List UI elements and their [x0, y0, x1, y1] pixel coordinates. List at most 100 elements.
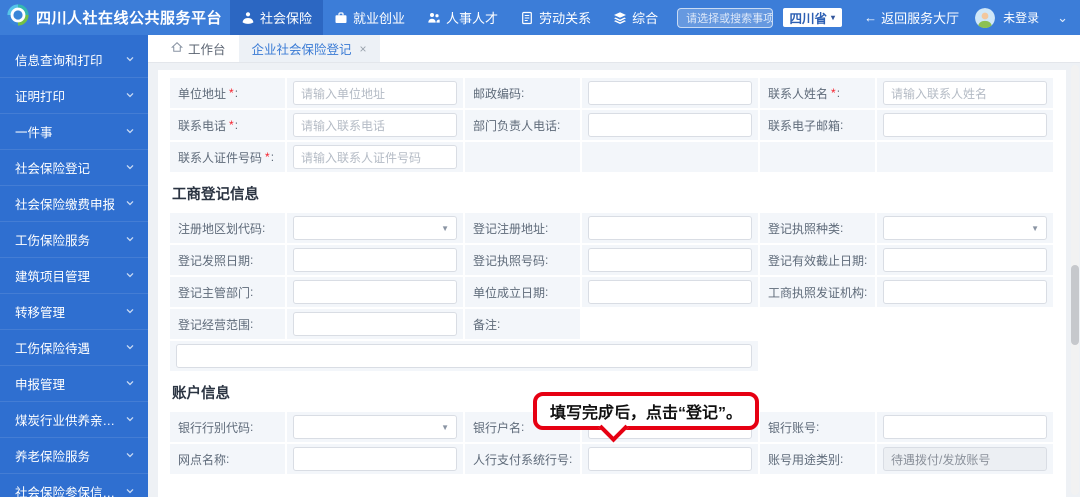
bank-category-code-label: 银行行别代码: [170, 412, 285, 442]
field-placeholder: 请输入联系人姓名 [891, 85, 987, 102]
form-row: 注册地区划代码:▼登记注册地址:登记执照种类:▼ [170, 213, 1054, 243]
chevron-down-icon [125, 413, 135, 427]
unit-establish-date-label: 单位成立日期: [465, 277, 580, 307]
postal-code-label: 邮政编码: [465, 78, 580, 108]
contact-email-label: 联系电子邮箱: [760, 110, 875, 140]
sidebar-item-label: 工伤保险待遇 [15, 338, 90, 357]
people-icon [427, 11, 441, 25]
empty-cell [877, 142, 1053, 172]
form-row: 联系电话*:请输入联系电话部门负责人电话:联系电子邮箱: [170, 110, 1054, 140]
sidebar-item-construction-project[interactable]: 建筑项目管理 [0, 258, 148, 294]
tab-enterprise-social-insurance-registration[interactable]: 企业社会保险登记 × [239, 35, 380, 62]
back-to-hall-link[interactable]: ← 返回服务大厅 [864, 8, 959, 27]
empty-cell [465, 142, 580, 172]
sidebar-item-label: 一件事 [15, 122, 53, 141]
license-issue-date-label: 登记发照日期: [170, 245, 285, 275]
sidebar-item-label: 申报管理 [15, 374, 65, 393]
sidebar-item-label: 社会保险参保信息维护 [15, 482, 125, 497]
select-caret-icon: ▼ [441, 423, 449, 432]
nav-employment[interactable]: 就业创业 [323, 0, 416, 35]
region-label: 四川省 [790, 8, 828, 27]
account-purpose-category-label: 账号用途类别: [760, 444, 875, 474]
sidebar-item-coal-dependents-business[interactable]: 煤炭行业供养亲属业务 [0, 402, 148, 438]
sidebar-item-transfer-management[interactable]: 转移管理 [0, 294, 148, 330]
sidebar-item-label: 信息查询和打印 [15, 50, 103, 69]
license-type-input[interactable]: ▼ [883, 216, 1047, 240]
business-scope-input[interactable] [293, 312, 457, 336]
chevron-down-icon [125, 233, 135, 247]
nav-hr-talent[interactable]: 人事人才 [416, 0, 509, 35]
bank-account-number-input[interactable] [883, 415, 1047, 439]
form-row: 登记发照日期:登记执照号码:登记有效截止日期: [170, 245, 1054, 275]
sidebar-item-label: 转移管理 [15, 302, 65, 321]
nav-item-label: 人事人才 [446, 8, 498, 27]
department-head-phone-label: 部门负责人电话: [465, 110, 580, 140]
field-value: 待遇拨付/发放账号 [891, 451, 990, 468]
search-input[interactable]: 请选择或搜索事项 [677, 8, 773, 28]
chevron-down-icon[interactable]: ⌄ [1057, 10, 1068, 26]
nav-item-label: 就业创业 [353, 8, 405, 27]
registration-authority-input[interactable] [293, 280, 457, 304]
bank-category-code-input[interactable]: ▼ [293, 415, 457, 439]
form-row: 登记主管部门:单位成立日期:工商执照发证机构: [170, 277, 1054, 307]
license-number-input[interactable] [588, 248, 752, 272]
section-title: 工商登记信息 [172, 183, 1054, 204]
tab-workbench[interactable]: 工作台 [158, 35, 239, 62]
postal-code-input[interactable] [588, 81, 752, 105]
sidebar-item-certificate-print[interactable]: 证明打印 [0, 78, 148, 114]
contact-email-input[interactable] [883, 113, 1047, 137]
branch-name-input[interactable] [293, 447, 457, 471]
close-icon[interactable]: × [360, 42, 367, 56]
sidebar-item-label: 社会保险缴费申报 [15, 194, 115, 213]
license-expiry-date-input[interactable] [883, 248, 1047, 272]
nav-item-label: 综合 [632, 8, 658, 27]
remarks-input[interactable] [176, 344, 752, 368]
sidebar-item-contribution-declaration[interactable]: 社会保险缴费申报 [0, 186, 148, 222]
sidebar-item-pension-service[interactable]: 养老保险服务 [0, 438, 148, 474]
sidebar-item-social-insurance-registration[interactable]: 社会保险登记 [0, 150, 148, 186]
required-asterisk: * [831, 86, 836, 100]
pboc-payment-system-code-label: 人行支付系统行号: [465, 444, 580, 474]
sidebar: 信息查询和打印证明打印一件事社会保险登记社会保险缴费申报工伤保险服务建筑项目管理… [0, 35, 148, 497]
contact-name-input[interactable]: 请输入联系人姓名 [883, 81, 1047, 105]
nav-social-insurance[interactable]: 社会保险 [230, 0, 323, 35]
field-placeholder: 请输入单位地址 [301, 85, 385, 102]
chevron-down-icon [125, 305, 135, 319]
annotation-callout: 填写完成后，点击“登记”。 [533, 392, 759, 430]
sidebar-item-one-thing[interactable]: 一件事 [0, 114, 148, 150]
registration-region-code-input[interactable]: ▼ [293, 216, 457, 240]
account-purpose-category-input: 待遇拨付/发放账号 [883, 447, 1047, 471]
chevron-down-icon [125, 161, 135, 175]
annotation-text: 填写完成后，点击“登记”。 [550, 399, 742, 423]
scrollbar[interactable] [1071, 65, 1079, 495]
department-head-phone-input[interactable] [588, 113, 752, 137]
avatar[interactable] [975, 8, 995, 28]
unit-address-input[interactable]: 请输入单位地址 [293, 81, 457, 105]
unit-establish-date-input[interactable] [588, 280, 752, 304]
sidebar-item-info-query-print[interactable]: 信息查询和打印 [0, 42, 148, 78]
registered-address-input[interactable] [588, 216, 752, 240]
registered-address-label: 登记注册地址: [465, 213, 580, 243]
sidebar-item-work-injury-benefits[interactable]: 工伤保险待遇 [0, 330, 148, 366]
chevron-down-icon [125, 377, 135, 391]
license-issuing-agency-input[interactable] [883, 280, 1047, 304]
pboc-payment-system-code-input[interactable] [588, 447, 752, 471]
nav-comprehensive[interactable]: 综合 [602, 0, 669, 35]
sidebar-item-declaration-management[interactable]: 申报管理 [0, 366, 148, 402]
bank-account-number-label: 银行账号: [760, 412, 875, 442]
layers-icon [613, 11, 627, 25]
license-issue-date-input[interactable] [293, 248, 457, 272]
sidebar-item-insured-info-maintenance[interactable]: 社会保险参保信息维护 [0, 474, 148, 497]
branch-name-label: 网点名称: [170, 444, 285, 474]
scrollbar-thumb[interactable] [1071, 265, 1079, 345]
region-select[interactable]: 四川省 ▾ [783, 8, 843, 27]
registration-region-code-label: 注册地区划代码: [170, 213, 285, 243]
sidebar-item-work-injury-service[interactable]: 工伤保险服务 [0, 222, 148, 258]
sidebar-item-label: 养老保险服务 [15, 446, 90, 465]
contact-phone-input[interactable]: 请输入联系电话 [293, 113, 457, 137]
tab-label: 企业社会保险登记 [252, 39, 352, 58]
sidebar-item-label: 工伤保险服务 [15, 230, 90, 249]
tab-label: 工作台 [188, 39, 226, 58]
nav-labor-relations[interactable]: 劳动关系 [509, 0, 602, 35]
contact-id-number-input[interactable]: 请输入联系人证件号码 [293, 145, 457, 169]
